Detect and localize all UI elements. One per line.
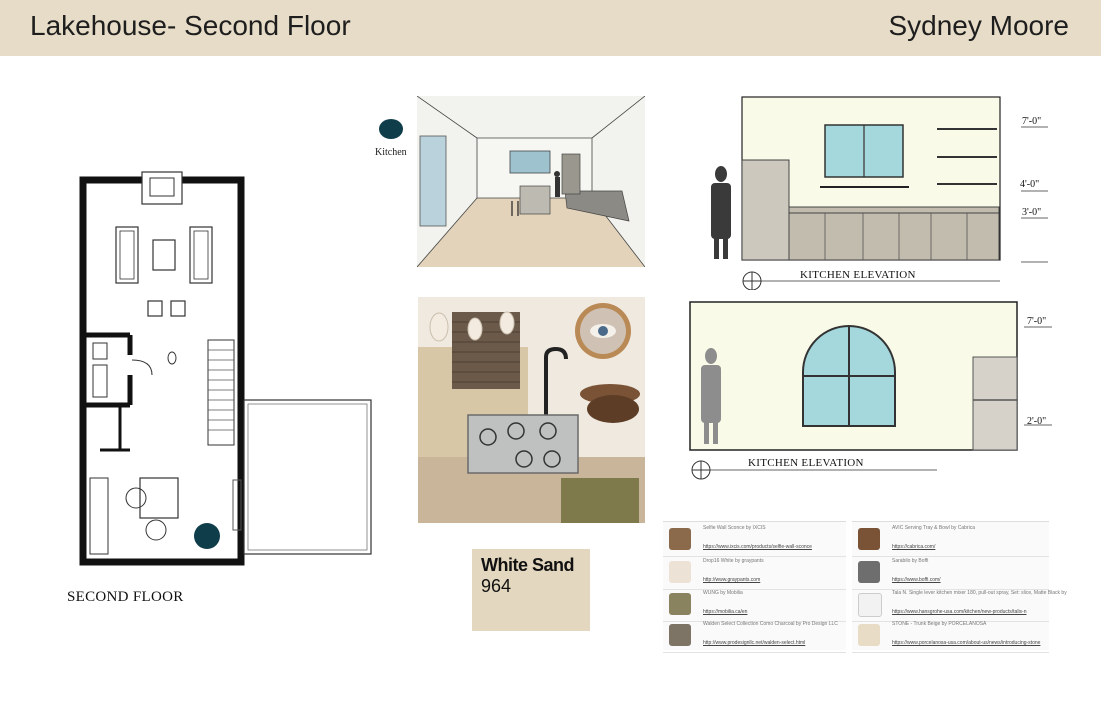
elevation-bottom-dim-lines — [1024, 326, 1052, 426]
product-title: STONE - Trunk Beige by PORCELANOSA — [892, 621, 987, 627]
paint-swatch: White Sand 964 — [472, 549, 590, 631]
list-item[interactable]: Drop16 White by graypants http://www.gra… — [663, 555, 846, 590]
list-item[interactable]: Selfie Wall Sconce by IXCIS https://www.… — [663, 522, 846, 557]
product-title: WUNG by Mobilia — [703, 590, 743, 596]
product-link[interactable]: https://www.porcelanosa-usa.com/about-us… — [892, 640, 1040, 646]
list-item[interactable]: WUNG by Mobilia https://mobilia.ca/en — [663, 587, 846, 622]
pendant-icon — [669, 561, 691, 583]
mirror-icon — [669, 528, 691, 550]
stone-icon — [858, 624, 880, 646]
list-item[interactable]: Walden Select Collection Como Charcoal b… — [663, 618, 846, 653]
product-link[interactable]: https://mobilia.ca/en — [703, 609, 747, 615]
product-link[interactable]: https://www.boffi.com/ — [892, 577, 941, 583]
product-list-left: Selfie Wall Sconce by IXCIS https://www.… — [663, 521, 846, 653]
product-title: Selfie Wall Sconce by IXCIS — [703, 525, 766, 531]
floor-plan-caption: SECOND FLOOR — [67, 589, 184, 605]
elevation-top-caption: KITCHEN ELEVATION — [800, 269, 916, 281]
product-link[interactable]: https://www.ixcis.com/products/selfie-wa… — [703, 544, 812, 550]
material-mood-board — [418, 297, 645, 523]
product-link[interactable]: https://cabrica.com/ — [892, 544, 935, 550]
product-title: Tala N. Single lever kitchen mixer 180, … — [892, 590, 1067, 596]
product-link[interactable]: http://www.prodesignllc.net/walden-selec… — [703, 640, 805, 646]
product-title: Walden Select Collection Como Charcoal b… — [703, 621, 838, 627]
product-title: Sarabilo by Boffi — [892, 558, 929, 564]
list-item[interactable]: AVIC Serving Tray & Bowl by Cabrica http… — [852, 522, 1049, 557]
bowl-icon — [858, 528, 880, 550]
header-bar: Lakehouse- Second Floor Sydney Moore — [0, 0, 1101, 56]
faucet-icon — [858, 593, 882, 617]
author-name: Sydney Moore — [888, 10, 1069, 41]
product-link[interactable]: http://www.graypants.com — [703, 577, 760, 583]
kitchen-marker-icon — [379, 119, 403, 139]
kitchen-perspective-sketch — [417, 96, 645, 267]
tile-icon — [669, 624, 691, 646]
product-title: Drop16 White by graypants — [703, 558, 764, 564]
paint-swatch-number: 964 — [481, 576, 512, 596]
cooktop-icon — [858, 561, 880, 583]
kitchen-elevation-top — [711, 96, 1001, 290]
list-item[interactable]: STONE - Trunk Beige by PORCELANOSA https… — [852, 618, 1049, 653]
legend-label: Kitchen — [375, 147, 407, 158]
rug-icon — [669, 593, 691, 615]
page-title: Lakehouse- Second Floor — [30, 10, 351, 41]
paint-swatch-name: White Sand — [481, 555, 575, 575]
list-item[interactable]: Tala N. Single lever kitchen mixer 180, … — [852, 587, 1067, 622]
floor-plan-drawing — [79, 171, 372, 566]
product-link[interactable]: https://www.hansgrohe-usa.com/kitchen/ne… — [892, 609, 1027, 615]
product-list-right: AVIC Serving Tray & Bowl by Cabrica http… — [852, 521, 1067, 653]
elevation-top-dim-lines — [1021, 126, 1048, 263]
kitchen-elevation-bottom — [689, 301, 1018, 480]
elevation-bottom-caption: KITCHEN ELEVATION — [748, 457, 864, 469]
list-item[interactable]: Sarabilo by Boffi https://www.boffi.com/ — [852, 555, 1049, 590]
product-title: AVIC Serving Tray & Bowl by Cabrica — [892, 525, 975, 531]
